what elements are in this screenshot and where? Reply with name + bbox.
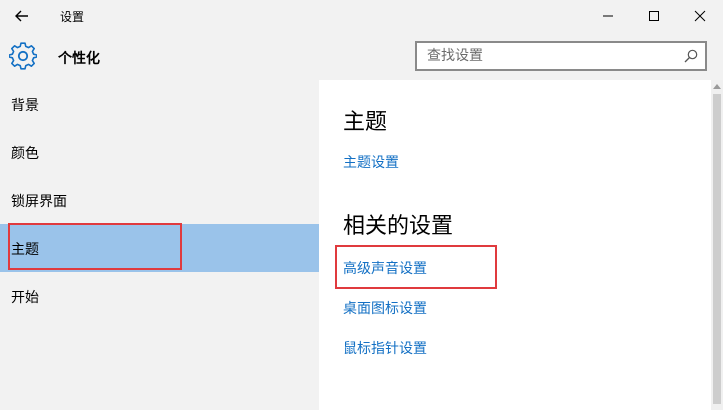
sidebar-item-label: 背景 (11, 98, 39, 114)
close-icon (694, 10, 706, 22)
page-header: 个性化 (0, 32, 723, 80)
mouse-pointer-settings-link[interactable]: 鼠标指针设置 (343, 338, 427, 358)
theme-settings-link[interactable]: 主题设置 (343, 152, 399, 172)
section-title: 个性化 (58, 51, 100, 67)
scrollbar[interactable] (711, 80, 723, 410)
back-button[interactable] (8, 6, 36, 26)
minimize-button[interactable] (590, 4, 626, 28)
sidebar-item-label: 颜色 (11, 146, 39, 162)
sidebar-item-label: 开始 (11, 290, 39, 306)
related-settings-heading: 相关的设置 (343, 214, 454, 239)
close-button[interactable] (682, 4, 718, 28)
theme-heading: 主题 (343, 110, 388, 135)
sidebar-item-label: 主题 (11, 242, 39, 258)
arrow-left-icon (15, 10, 28, 22)
window-title: 设置 (60, 10, 85, 24)
sidebar-item-themes[interactable]: 主题 (0, 224, 319, 272)
scroll-thumb[interactable] (713, 94, 721, 404)
scroll-up-icon[interactable] (713, 84, 721, 89)
search-box[interactable] (415, 41, 707, 71)
sidebar: 背景 颜色 锁屏界面 主题 开始 (0, 80, 319, 410)
sidebar-item-background[interactable]: 背景 (0, 80, 319, 128)
gear-icon (9, 42, 37, 70)
title-bar: 设置 (0, 0, 723, 32)
maximize-button[interactable] (636, 4, 672, 28)
sidebar-item-start[interactable]: 开始 (0, 272, 319, 320)
sidebar-item-label: 锁屏界面 (11, 194, 67, 210)
maximize-icon (649, 11, 659, 21)
search-input[interactable] (417, 43, 682, 69)
desktop-icon-settings-link[interactable]: 桌面图标设置 (343, 298, 427, 318)
search-icon (684, 49, 698, 63)
advanced-sound-settings-link[interactable]: 高级声音设置 (343, 258, 427, 278)
minimize-icon (603, 15, 613, 17)
main-content: 主题 主题设置 相关的设置 高级声音设置 桌面图标设置 鼠标指针设置 (319, 80, 711, 410)
sidebar-item-lock-screen[interactable]: 锁屏界面 (0, 176, 319, 224)
sidebar-item-colors[interactable]: 颜色 (0, 128, 319, 176)
search-button[interactable] (683, 48, 699, 64)
